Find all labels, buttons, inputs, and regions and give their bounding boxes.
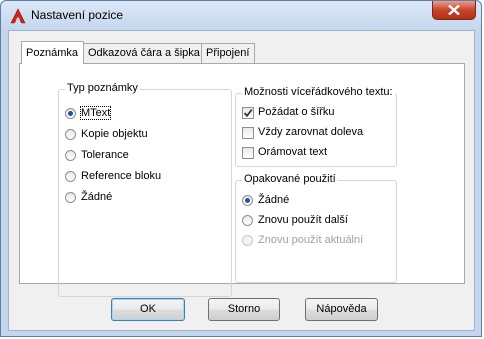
radio-label: MText xyxy=(79,106,112,120)
checkmark-icon xyxy=(243,109,253,118)
checkbox[interactable] xyxy=(242,147,254,159)
reuse-group: Opakované použití Žádné Znovu použít dal… xyxy=(235,173,397,283)
radio-button[interactable] xyxy=(65,129,76,140)
tab-label: Poznámka xyxy=(26,47,78,59)
reuse-title: Opakované použití xyxy=(242,173,338,185)
radio-label: Reference bloku xyxy=(81,170,162,182)
cancel-button[interactable]: Storno xyxy=(208,298,280,321)
tab-panel-poznamka: Typ poznámky MText Kopie objektu Toleran… xyxy=(19,63,465,297)
tab-poznamka[interactable]: Poznámka xyxy=(21,41,84,64)
radio-button[interactable] xyxy=(242,195,253,206)
window-title: Nastavení pozice xyxy=(31,8,124,22)
title-bar[interactable]: Nastavení pozice xyxy=(1,1,481,29)
radio-button[interactable] xyxy=(65,192,76,203)
radio-button[interactable] xyxy=(65,150,76,161)
help-button[interactable]: Nápověda xyxy=(305,298,378,321)
tab-label: Připojení xyxy=(206,47,250,59)
radio-label: Žádné xyxy=(258,194,290,206)
tab-pripojeni[interactable]: Připojení xyxy=(201,43,255,63)
radio-button[interactable] xyxy=(242,215,253,226)
radio-button xyxy=(242,235,253,246)
checkbox-label: Vždy zarovnat doleva xyxy=(258,126,364,138)
checkbox[interactable] xyxy=(242,107,254,119)
radio-label: Znovu použít aktuální xyxy=(258,234,364,246)
autocad-a-icon xyxy=(10,8,26,24)
radio-label: Žádné xyxy=(81,191,113,203)
radio-label: Znovu použít další xyxy=(258,214,348,226)
radio-button[interactable] xyxy=(65,108,76,119)
radio-button[interactable] xyxy=(65,171,76,182)
ok-button[interactable]: OK xyxy=(111,298,185,321)
radio-label: Kopie objektu xyxy=(81,128,148,140)
dialog-window: Nastavení pozice Poznámka Odkazová čára … xyxy=(0,0,482,337)
tab-label: Odkazová čára a šipka xyxy=(88,47,200,59)
checkbox[interactable] xyxy=(242,127,254,139)
close-icon xyxy=(448,5,460,15)
close-button[interactable] xyxy=(432,1,476,20)
radio-label: Tolerance xyxy=(81,149,129,161)
mtext-options-group: Možnosti víceřádkového textu: Požádat o … xyxy=(235,86,397,167)
annotation-type-title: Typ poznámky xyxy=(65,82,140,94)
mtext-options-title: Možnosti víceřádkového textu: xyxy=(242,86,395,98)
checkbox-label: Požádat o šířku xyxy=(258,106,335,118)
tab-odkazova-cara[interactable]: Odkazová čára a šipka xyxy=(83,43,202,63)
annotation-type-group: Typ poznámky MText Kopie objektu Toleran… xyxy=(58,82,232,297)
dialog-body: Poznámka Odkazová čára a šipka Připojení… xyxy=(8,30,475,331)
checkbox-label: Orámovat text xyxy=(258,146,328,158)
